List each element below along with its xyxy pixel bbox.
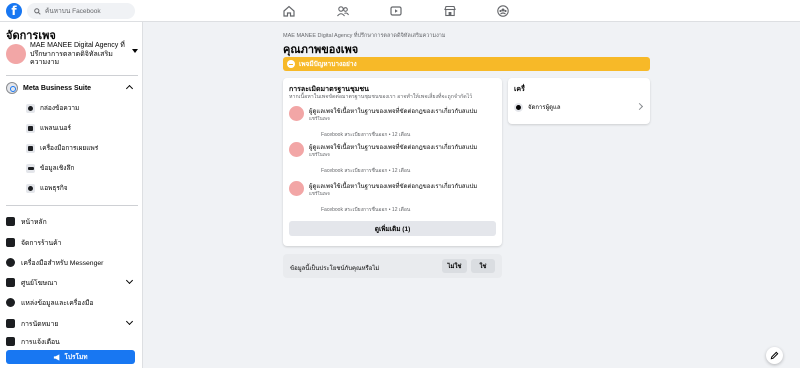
sidebar-item-publishing-tools[interactable]: เครื่องมือการเผยแพร่ xyxy=(26,142,98,154)
megaphone-icon xyxy=(54,353,60,361)
top-navigation-bar: f ค้นหาบน Facebook xyxy=(0,0,800,22)
banner-text: เพจมีปัญหาบางอย่าง xyxy=(299,61,357,68)
tools-card: เครื่ จัดการผู้ดูแล xyxy=(508,78,650,124)
sidebar-item-home[interactable]: หน้าหลัก xyxy=(6,215,138,227)
calendar-icon xyxy=(26,123,35,133)
sidebar-item-label: ศูนย์โฆษณา xyxy=(21,279,58,287)
divider xyxy=(6,75,138,76)
violation-status: แชร์ในเพจ xyxy=(309,116,330,121)
scrollbar[interactable] xyxy=(793,22,800,368)
sidebar-item-label: แพลนเนอร์ xyxy=(40,125,71,132)
page-avatar xyxy=(289,142,304,157)
shield-icon xyxy=(514,102,523,112)
people-icon[interactable] xyxy=(336,4,350,18)
warning-icon xyxy=(287,60,295,68)
home-icon[interactable] xyxy=(282,4,296,18)
page-avatar xyxy=(289,106,304,121)
sidebar-item-ad-center[interactable]: ศูนย์โฆษณา xyxy=(6,276,138,288)
violation-status: แชร์ในเพจ xyxy=(309,152,330,157)
appointments-icon xyxy=(6,318,15,328)
chevron-up-icon xyxy=(125,84,134,93)
sidebar-item-label: จัดการร้านค้า xyxy=(21,239,62,247)
feedback-yes-button[interactable]: ใช่ xyxy=(471,259,495,273)
sidebar-item-label: การแจ้งเตือน xyxy=(21,338,60,346)
groups-icon[interactable] xyxy=(496,4,510,18)
sidebar-item-label: การนัดหมาย xyxy=(21,320,59,328)
violation-meta: Facebook สระเบียงการชื่นออก • 12 เดือน xyxy=(321,207,411,213)
sidebar-item-business-apps[interactable]: แอพธุรกิจ xyxy=(26,182,68,194)
chat-icon xyxy=(26,103,35,113)
publishing-icon xyxy=(26,143,35,153)
chevron-down-icon xyxy=(125,276,134,285)
feedback-question: ข้อมูลนี้เป็นประโยชน์กับคุณหรือไม่ xyxy=(290,266,380,272)
divider xyxy=(6,205,138,206)
video-icon[interactable] xyxy=(389,4,403,18)
see-more-button[interactable]: ดูเพิ่มเติม (1) xyxy=(289,221,496,236)
card-subtitle: หากเนื้อหาในเพจขัดต่อมาตรฐานชุมชนของเรา … xyxy=(289,94,473,100)
sidebar-item-planner[interactable]: แพลนเนอร์ xyxy=(26,122,71,134)
facebook-logo[interactable]: f xyxy=(6,3,22,19)
chevron-right-icon xyxy=(635,102,644,111)
sidebar-item-label: เครื่องมือการเผยแพร่ xyxy=(40,145,99,152)
marketplace-icon[interactable] xyxy=(443,4,457,18)
feedback-bar: ข้อมูลนี้เป็นประโยชน์กับคุณหรือไม่ ไม่ใช… xyxy=(283,254,502,278)
manage-admins-link[interactable]: จัดการผู้ดูแล xyxy=(514,100,644,114)
page-switcher[interactable]: MAE MANEE Digital Agency ที่ปรึกษาการตลา… xyxy=(6,42,138,66)
promote-button[interactable]: โปรโมท xyxy=(6,350,135,364)
business-apps-icon xyxy=(26,183,35,193)
page-name: MAE MANEE Digital Agency ที่ปรึกษาการตลา… xyxy=(30,42,125,66)
sidebar-item-label: หน้าหลัก xyxy=(21,218,47,226)
page-avatar xyxy=(6,44,26,64)
sidebar-item-insights[interactable]: ข้อมูลเชิงลึก xyxy=(26,162,74,174)
ad-center-icon xyxy=(6,277,15,287)
home-icon xyxy=(6,216,15,226)
notifications-icon xyxy=(6,336,15,346)
sidebar-item-label: แหล่งข้อมูลและเครื่องมือ xyxy=(21,299,94,307)
sidebar-item-notifications[interactable]: การแจ้งเตือน xyxy=(6,335,138,347)
caret-down-icon xyxy=(132,49,138,53)
edit-icon xyxy=(770,351,779,360)
violation-meta: Facebook สระเบียงการชื่นออก • 12 เดือน xyxy=(321,132,411,138)
sidebar-item-label: ข้อมูลเชิงลึก xyxy=(40,165,75,172)
sidebar-item-label: แอพธุรกิจ xyxy=(40,185,68,192)
community-standards-card: การละเมิดมาตรฐานชุมชน หากเนื้อหาในเพจขัด… xyxy=(283,78,502,246)
sidebar-item-label: เครื่องมือสำหรับ Messenger xyxy=(21,259,104,267)
sidebar-item-inbox[interactable]: กล่องข้อความ xyxy=(26,102,79,114)
messenger-icon xyxy=(6,257,15,267)
meta-business-suite-label: Meta Business Suite xyxy=(23,84,92,92)
violation-meta: Facebook สระเบียงการชื่นออก • 12 เดือน xyxy=(321,168,411,174)
status-banner: เพจมีปัญหาบางอย่าง xyxy=(283,57,650,71)
sidebar-item-appointments[interactable]: การนัดหมาย xyxy=(6,317,138,329)
violation-title: ผู้ดูแลเพจใช้เนื้อหาในฐานของเพจที่ขัดต่อ… xyxy=(309,109,478,115)
search-placeholder: ค้นหาบน Facebook xyxy=(45,8,101,15)
search-icon xyxy=(34,7,41,15)
feedback-no-button[interactable]: ไม่ใช่ xyxy=(442,259,467,273)
search-input[interactable]: ค้นหาบน Facebook xyxy=(27,3,135,19)
compose-button[interactable] xyxy=(766,347,783,364)
tools-card-title: เครื่ xyxy=(514,86,525,93)
sidebar-item-resources-tools[interactable]: แหล่งข้อมูลและเครื่องมือ xyxy=(6,296,138,308)
sidebar-item-label: กล่องข้อความ xyxy=(40,105,80,112)
meta-business-suite-icon xyxy=(6,82,18,94)
violation-status: แชร์ในเพจ xyxy=(309,191,330,196)
resources-icon xyxy=(6,297,15,307)
sidebar-item-manage-shop[interactable]: จัดการร้านค้า xyxy=(6,236,138,248)
meta-business-suite-toggle[interactable]: Meta Business Suite xyxy=(6,81,138,95)
promote-label: โปรโมท xyxy=(64,354,88,361)
sidebar-item-messenger-tools[interactable]: เครื่องมือสำหรับ Messenger xyxy=(6,256,138,268)
insights-icon xyxy=(26,163,35,173)
manage-admins-label: จัดการผู้ดูแล xyxy=(528,105,561,111)
breadcrumb: MAE MANEE Digital Agency ที่ปรึกษาการตลา… xyxy=(283,33,446,39)
page-title: คุณภาพของเพจ xyxy=(283,44,359,56)
violation-title: ผู้ดูแลเพจใช้เนื้อหาในฐานของเพจที่ขัดต่อ… xyxy=(309,184,478,190)
page-avatar xyxy=(289,181,304,196)
violation-title: ผู้ดูแลเพจใช้เนื้อหาในฐานของเพจที่ขัดต่อ… xyxy=(309,145,478,151)
chevron-down-icon xyxy=(125,317,134,326)
manage-page-sidebar: จัดการเพจ MAE MANEE Digital Agency ที่ปร… xyxy=(0,22,143,368)
shop-icon xyxy=(6,237,15,247)
